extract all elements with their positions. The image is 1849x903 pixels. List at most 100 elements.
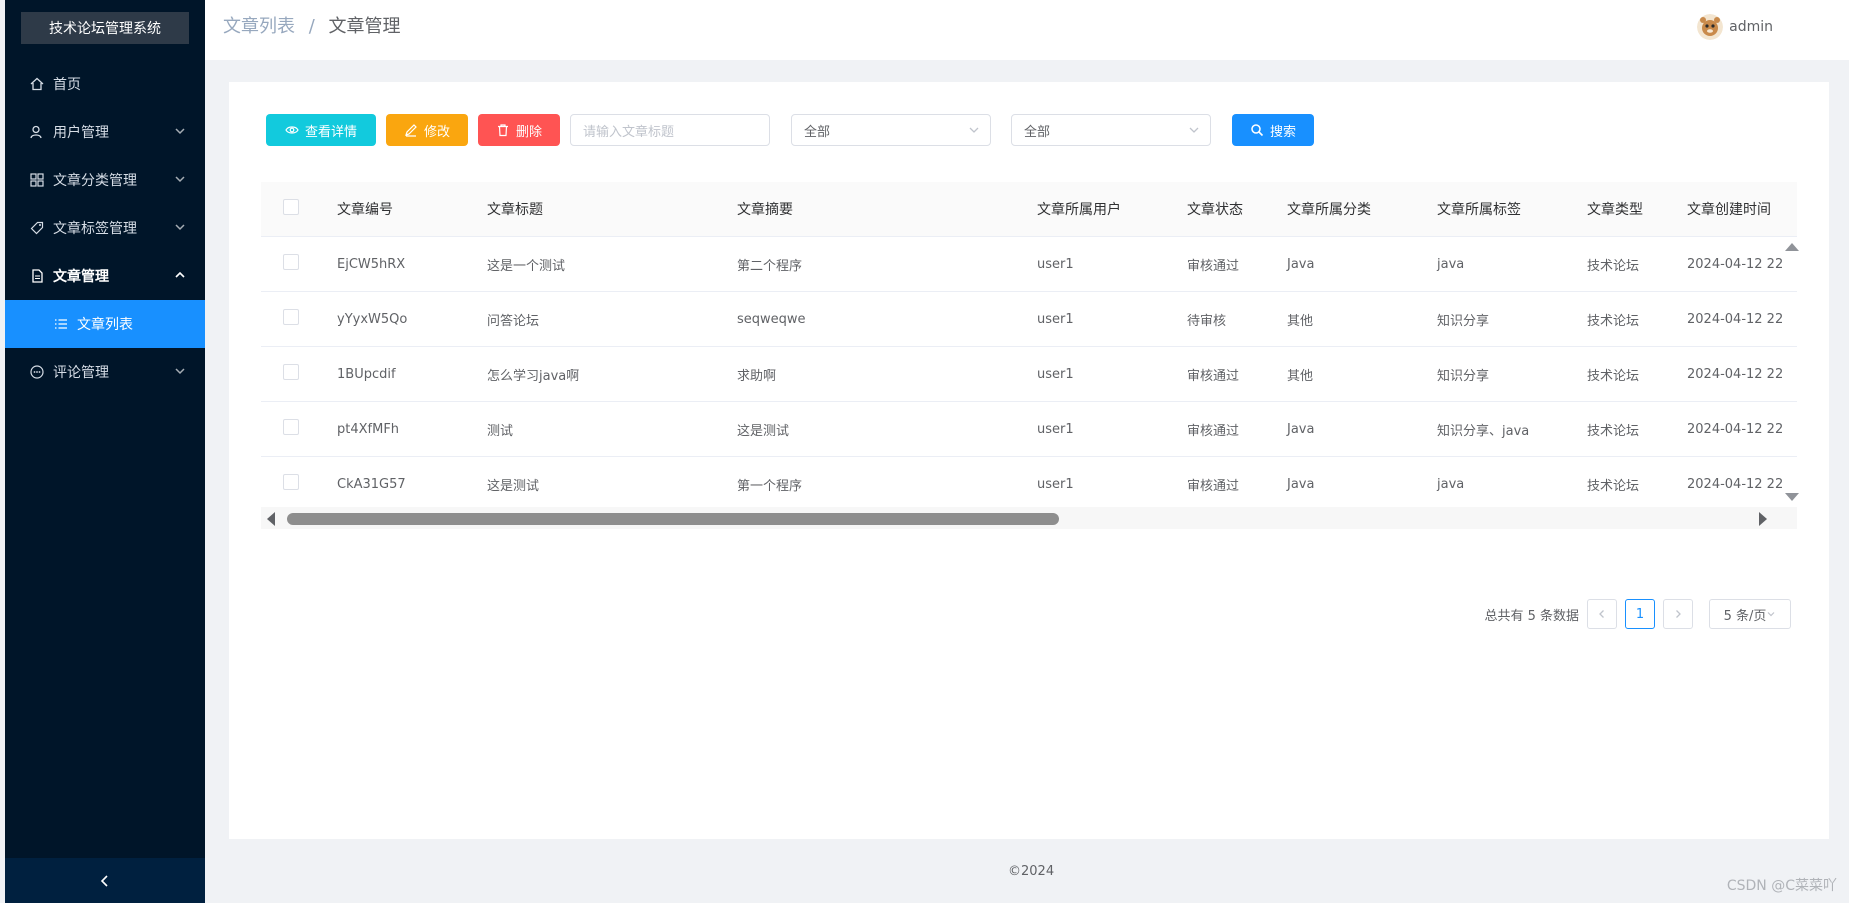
row-checkbox[interactable] bbox=[283, 309, 299, 325]
search-button[interactable]: 搜索 bbox=[1232, 114, 1314, 146]
sidebar-item-categories[interactable]: 文章分类管理 bbox=[5, 156, 205, 204]
next-page-button[interactable] bbox=[1663, 599, 1693, 629]
cell: user1 bbox=[1037, 421, 1074, 437]
edit-icon bbox=[405, 124, 417, 137]
cell: 这是测试 bbox=[487, 478, 540, 494]
table-row[interactable]: yYyxW5Qo 问答论坛 seqweqwe user1 待审核 其他 知识分享… bbox=[261, 292, 1797, 347]
cell: 审核通过 bbox=[1187, 478, 1240, 494]
chevron-left-icon bbox=[1599, 610, 1604, 618]
status-select-value: 全部 bbox=[804, 124, 831, 140]
category-select[interactable]: 全部 bbox=[1011, 114, 1211, 146]
chevron-up-icon bbox=[175, 271, 185, 278]
cell: 审核通过 bbox=[1187, 258, 1240, 274]
column-header: 文章标题 bbox=[487, 202, 543, 218]
horizontal-scrollbar[interactable] bbox=[261, 507, 1797, 529]
cell: CkA31G57 bbox=[337, 476, 406, 492]
table-row[interactable]: EjCW5hRX 这是一个测试 第二个程序 user1 审核通过 Java ja… bbox=[261, 237, 1797, 292]
column-header: 文章类型 bbox=[1587, 202, 1643, 218]
row-checkbox[interactable] bbox=[283, 474, 299, 490]
view-details-button[interactable]: 查看详情 bbox=[266, 114, 376, 146]
sidebar-item-tags[interactable]: 文章标签管理 bbox=[5, 204, 205, 252]
cell: seqweqwe bbox=[737, 311, 806, 327]
page-number-button[interactable]: 1 bbox=[1625, 599, 1655, 629]
scroll-left-arrow[interactable] bbox=[267, 512, 275, 526]
status-select[interactable]: 全部 bbox=[791, 114, 991, 146]
trash-icon bbox=[497, 124, 508, 137]
sidebar: 技术论坛管理系统 首页 用户管理 文章分类管理 文章标签管理 文章管理 文章列表… bbox=[5, 0, 205, 903]
cell: 1BUpcdif bbox=[337, 366, 396, 382]
search-icon bbox=[1251, 124, 1264, 137]
column-header: 文章创建时间 bbox=[1687, 202, 1771, 218]
prev-page-button[interactable] bbox=[1587, 599, 1617, 629]
cell: pt4XfMFh bbox=[337, 421, 400, 437]
eye-icon bbox=[285, 126, 299, 134]
delete-button[interactable]: 删除 bbox=[478, 114, 560, 146]
cell: Java bbox=[1287, 476, 1315, 492]
sidebar-item-comments[interactable]: 评论管理 bbox=[5, 348, 205, 396]
edit-button[interactable]: 修改 bbox=[386, 114, 468, 146]
sidebar-item-label: 文章分类管理 bbox=[53, 173, 137, 189]
breadcrumb-separator: / bbox=[308, 16, 315, 37]
select-all-checkbox[interactable] bbox=[283, 199, 299, 215]
scroll-down-arrow[interactable] bbox=[1785, 493, 1799, 501]
table-row[interactable]: 1BUpcdif 怎么学习java啊 求助啊 user1 审核通过 其他 知识分… bbox=[261, 347, 1797, 402]
breadcrumb-item[interactable]: 文章列表 bbox=[223, 16, 295, 37]
cell: 第二个程序 bbox=[737, 258, 803, 274]
user-menu[interactable]: admin bbox=[1697, 14, 1773, 40]
scrollbar-thumb[interactable] bbox=[287, 513, 1059, 525]
cell: 2024-04-12 22 bbox=[1687, 366, 1784, 382]
chevron-down-icon bbox=[175, 224, 185, 231]
chevron-down-icon bbox=[175, 176, 185, 183]
chevron-left-icon bbox=[100, 874, 108, 887]
search-label: 搜索 bbox=[1269, 123, 1296, 139]
cell: Java bbox=[1287, 421, 1315, 437]
home-icon bbox=[29, 76, 45, 92]
chevron-down-icon bbox=[1189, 127, 1199, 133]
cell: 2024-04-12 22 bbox=[1687, 256, 1784, 272]
page-size-select[interactable]: 5 条/页 bbox=[1709, 599, 1791, 629]
cell: EjCW5hRX bbox=[337, 256, 406, 272]
cell: 求助啊 bbox=[737, 368, 777, 384]
page-size-value: 5 条/页 bbox=[1723, 608, 1767, 624]
edit-label: 修改 bbox=[423, 123, 450, 139]
cell: 第一个程序 bbox=[737, 478, 803, 494]
sidebar-item-articles[interactable]: 文章管理 bbox=[5, 252, 205, 300]
sidebar-item-users[interactable]: 用户管理 bbox=[5, 108, 205, 156]
table-row[interactable]: pt4XfMFh 测试 这是测试 user1 审核通过 Java 知识分享、ja… bbox=[261, 402, 1797, 457]
cell: 2024-04-12 22 bbox=[1687, 311, 1784, 327]
chevron-down-icon bbox=[969, 127, 979, 133]
table-body[interactable]: EjCW5hRX 这是一个测试 第二个程序 user1 审核通过 Java ja… bbox=[261, 237, 1799, 512]
scroll-right-arrow[interactable] bbox=[1759, 512, 1767, 526]
view-details-label: 查看详情 bbox=[304, 123, 357, 139]
sidebar-item-label: 文章标签管理 bbox=[53, 221, 137, 237]
cell: Java bbox=[1287, 256, 1315, 272]
row-checkbox[interactable] bbox=[283, 419, 299, 435]
chevron-down-icon bbox=[175, 368, 185, 375]
avatar bbox=[1697, 14, 1724, 40]
cell: java bbox=[1437, 256, 1465, 272]
row-checkbox[interactable] bbox=[283, 254, 299, 270]
cell: java bbox=[1437, 476, 1465, 492]
cell: user1 bbox=[1037, 256, 1074, 272]
list-icon bbox=[53, 316, 69, 332]
sidebar-item-home[interactable]: 首页 bbox=[5, 60, 205, 108]
sidebar-item-article-list[interactable]: 文章列表 bbox=[5, 300, 205, 348]
content-card: 查看详情 修改 删除 请输入文章标题 全部 全部 搜索 文章编号 文章标题 文章… bbox=[229, 82, 1829, 839]
sidebar-item-label: 文章列表 bbox=[77, 317, 133, 333]
delete-label: 删除 bbox=[515, 123, 542, 139]
comment-icon bbox=[29, 364, 45, 380]
row-checkbox[interactable] bbox=[283, 364, 299, 380]
breadcrumb: 文章列表 / 文章管理 bbox=[223, 12, 401, 38]
scroll-up-arrow[interactable] bbox=[1785, 243, 1799, 251]
table-row[interactable]: CkA31G57 这是测试 第一个程序 user1 审核通过 Java java… bbox=[261, 457, 1797, 512]
cell: 这是一个测试 bbox=[487, 258, 566, 274]
cell: 知识分享、java bbox=[1437, 423, 1530, 439]
sidebar-item-label: 评论管理 bbox=[53, 365, 109, 381]
chevron-down-icon bbox=[1767, 612, 1775, 617]
cell: 技术论坛 bbox=[1587, 368, 1640, 384]
article-title-input[interactable]: 请输入文章标题 bbox=[570, 114, 770, 146]
cell: 2024-04-12 22 bbox=[1687, 476, 1784, 492]
cell: 知识分享 bbox=[1437, 313, 1490, 329]
cell: 技术论坛 bbox=[1587, 423, 1640, 439]
sidebar-collapse-button[interactable] bbox=[5, 858, 205, 903]
